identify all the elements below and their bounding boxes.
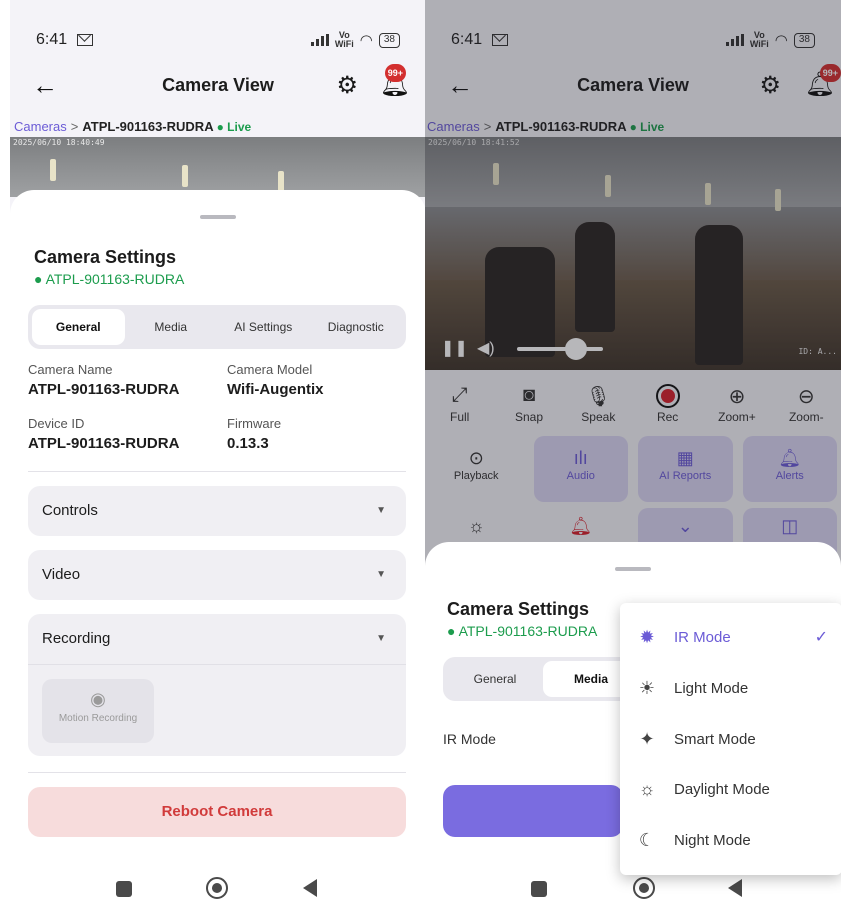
tab-diagnostic[interactable]: Diagnostic xyxy=(310,309,403,345)
chevron-down-icon: ▼ xyxy=(376,505,386,516)
wifi-icon: ◠ xyxy=(359,32,373,49)
accordion-recording[interactable]: Recording ▼ ◉ Motion Recording xyxy=(28,614,406,756)
sparkle-icon: ✦ xyxy=(639,728,655,749)
ceiling-lamp xyxy=(182,165,188,187)
breadcrumb-separator: > xyxy=(70,119,79,134)
light-mode-icon: ☀︎ xyxy=(638,677,656,698)
live-indicator: ● Live xyxy=(216,120,252,134)
recording-body: ◉ Motion Recording xyxy=(28,664,406,756)
check-icon: ✓ xyxy=(814,629,828,646)
accordion-video[interactable]: Video ▼ xyxy=(28,550,406,600)
ceiling-lamp xyxy=(50,159,56,181)
video-timestamp: 2025/06/10 18:40:49 xyxy=(13,138,105,147)
settings-tabs: General Media xyxy=(443,657,643,701)
sheet-subtitle: ● ATPL-901163-RUDRA xyxy=(34,271,185,287)
menu-item-daylight-mode[interactable]: ☼ Daylight Mode xyxy=(620,764,841,814)
chevron-down-icon: ▼ xyxy=(376,569,386,580)
tab-general[interactable]: General xyxy=(447,661,543,697)
firmware-field: Firmware 0.13.3 xyxy=(227,416,282,452)
breadcrumb: Cameras > ATPL-901163-RUDRA ● Live xyxy=(14,119,251,134)
menu-item-ir-mode[interactable]: ✹ IR Mode ✓ xyxy=(620,612,841,662)
notification-badge: 99+ xyxy=(384,64,406,82)
camera-model-field: Camera Model Wifi-Augentix xyxy=(227,362,324,398)
nav-back-icon[interactable] xyxy=(303,879,317,897)
clock: 6:41 xyxy=(36,31,68,48)
reboot-camera-button[interactable]: Reboot Camera xyxy=(28,787,406,837)
sheet-subtitle: ● ATPL-901163-RUDRA xyxy=(447,623,598,639)
home-icon[interactable] xyxy=(206,877,228,899)
tab-ai-settings[interactable]: AI Settings xyxy=(217,309,310,345)
menu-item-night-mode[interactable]: ☾ Night Mode xyxy=(620,815,841,865)
divider xyxy=(28,772,406,773)
breadcrumb-cameras-link[interactable]: Cameras xyxy=(14,119,67,134)
sheet-handle[interactable] xyxy=(200,215,236,219)
ir-mode-label: IR Mode xyxy=(443,731,496,747)
tab-general[interactable]: General xyxy=(32,309,125,345)
moon-icon: ☾ xyxy=(638,829,656,850)
back-arrow-icon[interactable]: ← xyxy=(32,70,58,101)
menu-item-smart-mode[interactable]: ✦ Smart Mode xyxy=(620,714,841,764)
camera-name-field: Camera Name ATPL-901163-RUDRA xyxy=(28,362,180,398)
mail-icon xyxy=(77,34,94,46)
signal-icon xyxy=(310,34,329,46)
phone-right: 6:41 Vo WiFi ◠ 38 ← Camera View ⚙ 🔔︎ 99+ C… xyxy=(425,0,841,923)
page-title: Camera View xyxy=(162,74,274,95)
motion-recording-toggle[interactable]: ◉ Motion Recording xyxy=(42,679,154,743)
battery-indicator: 38 xyxy=(378,32,400,48)
system-nav-bar xyxy=(10,863,426,923)
vowifi-indicator: Vo WiFi xyxy=(334,30,354,49)
menu-item-light-mode[interactable]: ☀︎ Light Mode xyxy=(620,663,841,713)
sheet-title: Camera Settings xyxy=(34,247,177,267)
sheet-handle[interactable] xyxy=(615,567,651,571)
radio-icon: ◉ xyxy=(90,689,106,709)
app-bar: ← Camera View ⚙ 🔔︎ 99+ xyxy=(10,60,426,110)
settings-tabs: General Media AI Settings Diagnostic xyxy=(28,305,406,349)
tab-media[interactable]: Media xyxy=(125,309,218,345)
sheet-title: Camera Settings xyxy=(447,599,590,619)
recents-icon[interactable] xyxy=(531,881,547,897)
video-feed[interactable]: 2025/06/10 18:40:49 xyxy=(10,137,426,197)
daylight-icon: ☼ xyxy=(638,778,656,799)
status-bar: 6:41 Vo WiFi ◠ 38 xyxy=(10,0,426,60)
ir-mode-icon: ✹ xyxy=(639,626,655,647)
accordion-controls[interactable]: Controls ▼ xyxy=(28,486,406,536)
phone-left: 6:41 Vo WiFi ◠ 38 ← Camera View ⚙ 🔔︎ 99+ C… xyxy=(10,0,426,923)
gear-icon[interactable]: ⚙ xyxy=(336,71,358,100)
nav-back-icon[interactable] xyxy=(728,879,742,897)
divider xyxy=(28,471,406,472)
home-icon[interactable] xyxy=(633,877,655,899)
breadcrumb-camera: ATPL-901163-RUDRA xyxy=(82,119,214,134)
device-id-field: Device ID ATPL-901163-RUDRA xyxy=(28,416,180,452)
apply-button[interactable] xyxy=(443,785,623,837)
chevron-down-icon: ▼ xyxy=(376,633,386,644)
ir-mode-dropdown-menu: ✹ IR Mode ✓ ☀︎ Light Mode ✦ Smart Mode ☼… xyxy=(620,603,841,875)
recents-icon[interactable] xyxy=(116,881,132,897)
notification-bell-icon[interactable]: 🔔︎ 99+ xyxy=(380,64,410,99)
